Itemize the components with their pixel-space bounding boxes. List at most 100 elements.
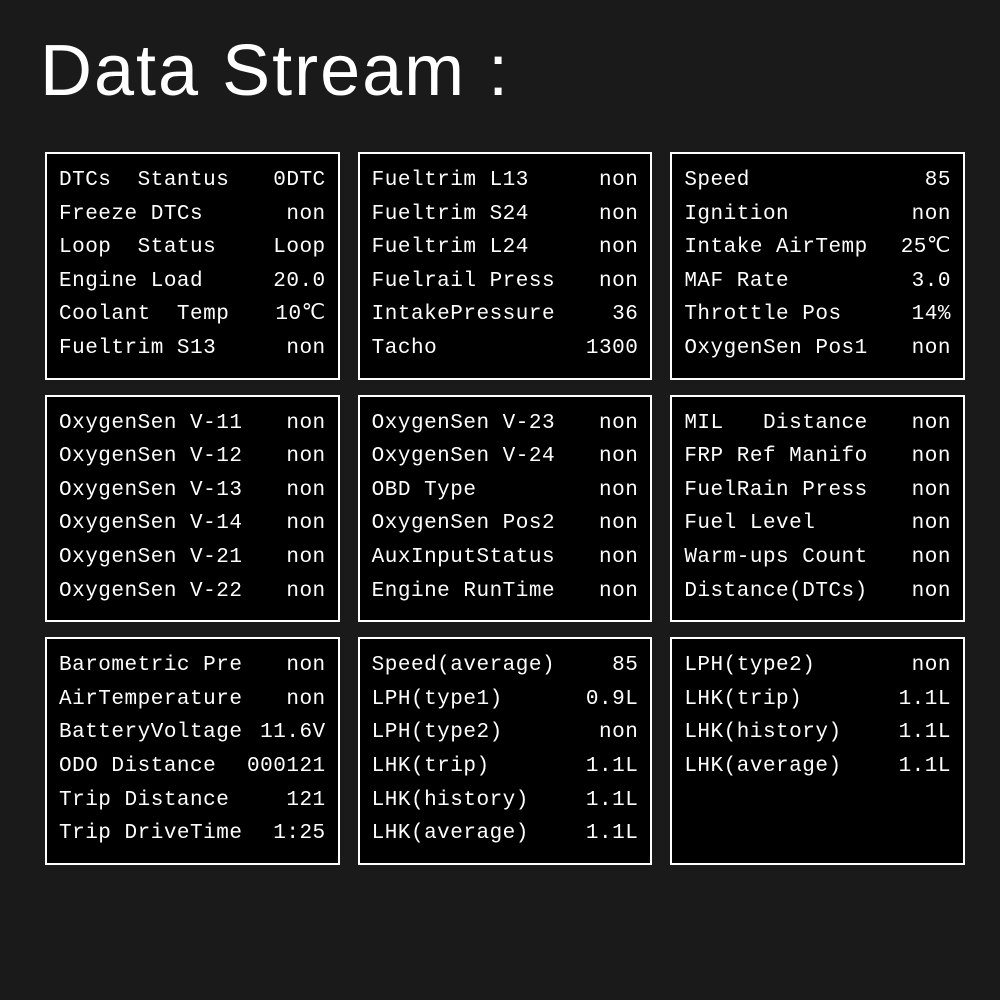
data-label: LHK(trip)	[684, 683, 802, 717]
data-value: 0.9L	[586, 683, 638, 717]
data-value: 1.1L	[586, 784, 638, 818]
data-row: OxygenSen V-14non	[59, 507, 326, 541]
data-row: OxygenSen V-24 non	[372, 440, 639, 474]
data-label: MIL Distance	[684, 407, 867, 441]
data-value: 1.1L	[899, 750, 951, 784]
data-value: non	[599, 198, 638, 232]
data-row: Speed(average)85	[372, 649, 639, 683]
data-row: Barometric Pre non	[59, 649, 326, 683]
data-value: 1:25	[273, 817, 325, 851]
data-row: Fueltrim L24non	[372, 231, 639, 265]
data-value: non	[286, 440, 325, 474]
data-row: FuelRain Pressnon	[684, 474, 951, 508]
data-label: OxygenSen V-24	[372, 440, 555, 474]
data-panel: Speed(average)85 LPH(type1) 0.9L LPH(type…	[358, 637, 653, 865]
data-label: LHK(trip)	[372, 750, 490, 784]
data-label: OxygenSen V-21	[59, 541, 242, 575]
data-row: OBD Typenon	[372, 474, 639, 508]
data-label: BatteryVoltage	[59, 716, 242, 750]
data-row: FRP Ref Manifonon	[684, 440, 951, 474]
data-value: 0DTC	[273, 164, 325, 198]
data-value: non	[599, 716, 638, 750]
data-row: LHK(average)1.1L	[684, 750, 951, 784]
data-row: Loop StatusLoop	[59, 231, 326, 265]
data-value: non	[912, 575, 951, 609]
data-value: non	[599, 407, 638, 441]
data-row: LPH(type2) non	[372, 716, 639, 750]
data-value: non	[286, 332, 325, 366]
data-value: non	[599, 440, 638, 474]
data-label: Fueltrim S13	[59, 332, 216, 366]
data-row: Fueltrim S24 non	[372, 198, 639, 232]
data-row: Trip DriveTime1:25	[59, 817, 326, 851]
data-label: Coolant Temp	[59, 298, 229, 332]
data-row: Trip Distance121	[59, 784, 326, 818]
data-label: Barometric Pre	[59, 649, 242, 683]
data-panel: OxygenSen V-23 non OxygenSen V-24 non OBD …	[358, 395, 653, 623]
data-label: Fuelrail Press	[372, 265, 555, 299]
data-label: AuxInputStatus	[372, 541, 555, 575]
data-value: 25℃	[901, 231, 951, 265]
data-panel: Fueltrim L13non Fueltrim S24 non Fueltrim…	[358, 152, 653, 380]
data-row: LPH(type1) 0.9L	[372, 683, 639, 717]
data-label: Fueltrim S24	[372, 198, 529, 232]
data-label: Warm-ups Count	[684, 541, 867, 575]
data-row: OxygenSen V-22 non	[59, 575, 326, 609]
data-label: LHK(history)	[372, 784, 529, 818]
data-value: non	[599, 265, 638, 299]
data-row: Fuelrail Press non	[372, 265, 639, 299]
data-row: OxygenSen Pos2 non	[372, 507, 639, 541]
data-label: LPH(type1)	[372, 683, 503, 717]
data-row: IntakePressure36	[372, 298, 639, 332]
data-value: 36	[612, 298, 638, 332]
data-value: non	[286, 649, 325, 683]
data-label: Throttle Pos	[684, 298, 841, 332]
data-label: Fueltrim L24	[372, 231, 529, 265]
data-value: 000121	[247, 750, 326, 784]
data-label: OxygenSen V-22	[59, 575, 242, 609]
data-label: Freeze DTCs	[59, 198, 203, 232]
data-row: Speed85	[684, 164, 951, 198]
data-panel-grid: DTCs Stantus 0DTC Freeze DTCs non Loop Sta…	[45, 152, 965, 865]
data-row: MAF Rate3.0	[684, 265, 951, 299]
data-value: non	[599, 507, 638, 541]
data-value: 10℃	[275, 298, 325, 332]
data-value: non	[912, 198, 951, 232]
data-row: OxygenSen Pos1non	[684, 332, 951, 366]
data-row: AirTemperaturenon	[59, 683, 326, 717]
data-panel: MIL Distance non FRP Ref Manifonon FuelRa…	[670, 395, 965, 623]
data-label: OxygenSen V-14	[59, 507, 242, 541]
data-value: non	[286, 407, 325, 441]
data-value: 1.1L	[586, 817, 638, 851]
data-row: Tacho1300	[372, 332, 639, 366]
data-row: OxygenSen V-12non	[59, 440, 326, 474]
data-row: Fueltrim L13non	[372, 164, 639, 198]
data-label: AirTemperature	[59, 683, 242, 717]
data-row: Fueltrim S13 non	[59, 332, 326, 366]
data-label: LPH(type2)	[372, 716, 503, 750]
data-label: LHK(average)	[372, 817, 529, 851]
data-label: OxygenSen V-11	[59, 407, 242, 441]
data-row: Ignitionnon	[684, 198, 951, 232]
data-value: non	[286, 575, 325, 609]
data-label: Tacho	[372, 332, 438, 366]
data-row: Fuel Level non	[684, 507, 951, 541]
data-value: non	[599, 474, 638, 508]
data-label: OxygenSen V-13	[59, 474, 242, 508]
data-value: non	[599, 575, 638, 609]
data-value: 20.0	[273, 265, 325, 299]
data-label: OxygenSen V-23	[372, 407, 555, 441]
data-value: non	[286, 541, 325, 575]
data-label: OxygenSen Pos2	[372, 507, 555, 541]
data-label: Fuel Level	[684, 507, 815, 541]
data-value: non	[912, 474, 951, 508]
data-row: Engine RunTimenon	[372, 575, 639, 609]
data-row: AuxInputStatusnon	[372, 541, 639, 575]
data-row: BatteryVoltage11.6V	[59, 716, 326, 750]
data-row: OxygenSen V-11 non	[59, 407, 326, 441]
data-panel: DTCs Stantus 0DTC Freeze DTCs non Loop Sta…	[45, 152, 340, 380]
data-value: 3.0	[912, 265, 951, 299]
data-value: non	[912, 507, 951, 541]
data-label: DTCs Stantus	[59, 164, 229, 198]
data-value: 121	[286, 784, 325, 818]
